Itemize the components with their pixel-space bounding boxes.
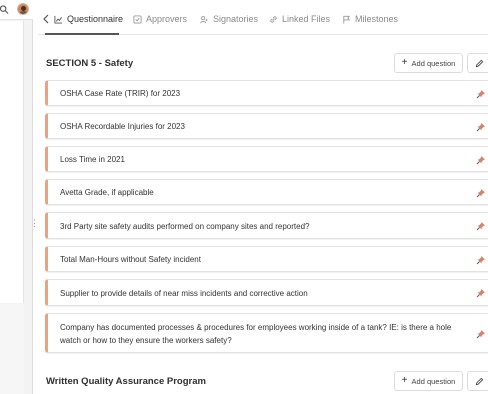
question-card[interactable]: Avetta Grade, if applicable bbox=[45, 179, 488, 205]
pin-icon[interactable] bbox=[476, 221, 486, 231]
tab-approvers[interactable]: Approvers bbox=[133, 11, 187, 27]
pin-icon[interactable] bbox=[476, 122, 486, 132]
question-text: Supplier to provide details of near miss… bbox=[60, 289, 308, 298]
question-card[interactable]: 3rd Party site safety audits performed o… bbox=[45, 212, 488, 239]
checkbox-icon bbox=[133, 14, 142, 24]
chevron-left-icon[interactable] bbox=[42, 14, 50, 24]
pencil-icon bbox=[475, 59, 484, 68]
question-text: OSHA Recordable Injuries for 2023 bbox=[60, 122, 185, 131]
section-title: SECTION 5 - Safety bbox=[46, 58, 134, 69]
pin-icon[interactable] bbox=[476, 89, 486, 99]
question-card[interactable]: Supplier to provide details of near miss… bbox=[45, 279, 488, 306]
pin-icon[interactable] bbox=[476, 255, 486, 265]
question-text: Total Man-Hours without Safety incident bbox=[60, 255, 201, 264]
chart-icon bbox=[54, 15, 63, 24]
users-icon bbox=[200, 15, 208, 23]
question-text: OSHA Case Rate (TRIR) for 2023 bbox=[60, 89, 181, 98]
tab-label: Questionnaire bbox=[67, 14, 124, 24]
pin-icon[interactable] bbox=[476, 188, 486, 198]
add-question-label: Add question bbox=[411, 58, 456, 68]
section-title: Written Quality Assurance Program bbox=[46, 376, 206, 387]
tab-label: Milestones bbox=[355, 14, 399, 24]
question-text: 3rd Party site safety audits performed o… bbox=[60, 222, 310, 231]
add-question-button[interactable]: + Add question bbox=[394, 371, 463, 391]
plus-icon: + bbox=[401, 57, 408, 68]
pencil-icon bbox=[475, 377, 484, 386]
question-card[interactable]: OSHA Recordable Injuries for 2023 bbox=[45, 113, 488, 139]
left-panel: ⋮ bbox=[0, 0, 39, 394]
pin-icon[interactable] bbox=[476, 329, 486, 339]
pin-icon[interactable] bbox=[476, 288, 486, 298]
active-tab-indicator bbox=[45, 33, 119, 35]
question-card[interactable]: Company has documented processes & proce… bbox=[45, 313, 488, 353]
question-text: Avetta Grade, if applicable bbox=[60, 188, 154, 197]
flag-icon bbox=[343, 15, 351, 24]
tab-label: Signatories bbox=[213, 14, 259, 24]
left-list-panel bbox=[0, 21, 24, 303]
tab-linked-files[interactable]: Linked Files bbox=[269, 11, 330, 27]
question-text: Loss Time in 2021 bbox=[60, 155, 125, 164]
left-panel-topbar bbox=[0, 0, 33, 20]
tab-bar: Questionnaire Approvers Signatories Link… bbox=[38, 0, 488, 35]
tab-signatories[interactable]: Signatories bbox=[200, 11, 258, 27]
search-icon[interactable] bbox=[0, 5, 9, 14]
question-card[interactable]: OSHA Case Rate (TRIR) for 2023 bbox=[45, 80, 488, 106]
question-card[interactable]: Total Man-Hours without Safety incident bbox=[45, 246, 488, 272]
tab-label: Approvers bbox=[146, 14, 188, 24]
tab-label: Linked Files bbox=[282, 14, 331, 24]
edit-section-button[interactable] bbox=[467, 371, 488, 391]
edit-section-button[interactable] bbox=[467, 53, 488, 73]
avatar[interactable] bbox=[17, 3, 29, 15]
resize-handle[interactable]: ⋮ bbox=[30, 218, 39, 228]
tab-questionnaire[interactable]: Questionnaire bbox=[54, 11, 123, 27]
link-icon bbox=[270, 15, 277, 23]
add-question-label: Add question bbox=[411, 376, 456, 386]
plus-icon: + bbox=[401, 375, 408, 386]
question-card[interactable]: Loss Time in 2021 bbox=[45, 146, 488, 172]
tab-milestones[interactable]: Milestones bbox=[342, 11, 398, 27]
pin-icon[interactable] bbox=[476, 155, 486, 165]
question-text: Company has documented processes & proce… bbox=[60, 323, 452, 345]
left-lower-panel bbox=[0, 304, 24, 394]
add-question-button[interactable]: + Add question bbox=[394, 53, 463, 73]
